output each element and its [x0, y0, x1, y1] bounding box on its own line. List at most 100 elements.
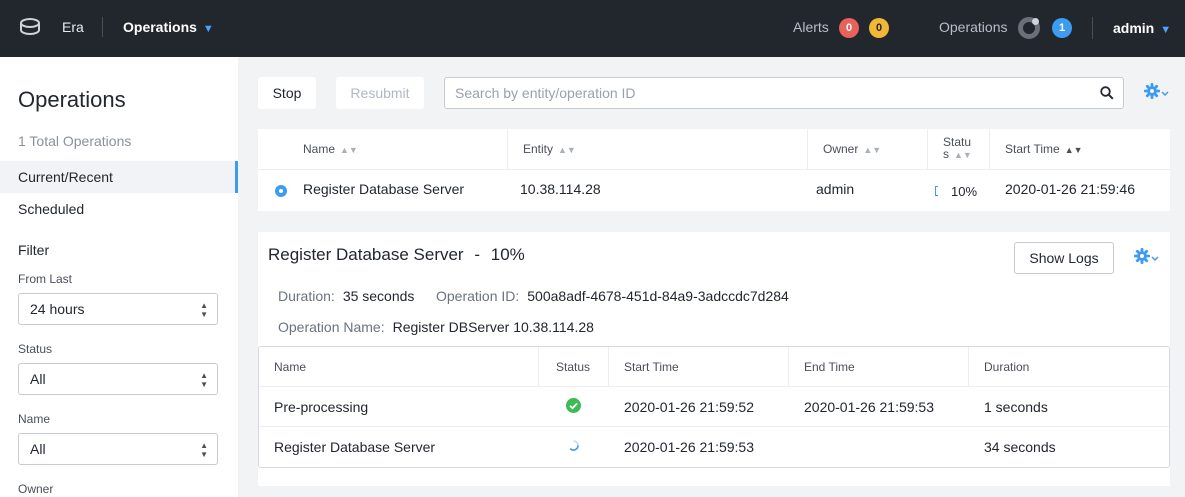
- table-settings-gear-icon[interactable]: [1143, 83, 1169, 101]
- steps-header-name: Name: [274, 360, 307, 374]
- row-separator: [259, 386, 1169, 387]
- total-operations-count: 1 Total Operations: [18, 133, 132, 149]
- warning-alerts-badge[interactable]: 0: [869, 18, 889, 38]
- detail-operation-name: Register Database Server: [268, 245, 464, 264]
- sort-icon: ▲▼: [558, 145, 576, 155]
- spinner-icon: [569, 440, 579, 451]
- column-separator: [807, 129, 808, 169]
- from-last-select[interactable]: 24 hours ▲ ▼: [18, 293, 218, 325]
- nav-menu-label: Operations: [123, 19, 197, 35]
- column-header-entity[interactable]: Entity ▲▼: [523, 129, 576, 169]
- operation-id-label: Operation ID:: [436, 288, 520, 304]
- column-separator: [968, 347, 969, 387]
- operation-id-value: 500a8adf-4678-451d-84a9-3adccdc7d284: [527, 288, 789, 304]
- detail-settings-gear-icon[interactable]: [1133, 248, 1159, 266]
- column-separator: [989, 129, 990, 169]
- steps-header-duration: Duration: [984, 360, 1030, 374]
- chevron-down-icon: ▼: [202, 23, 214, 35]
- from-last-label: From Last: [18, 272, 73, 286]
- operation-name-field: Operation Name: Register DBServer 10.38.1…: [278, 319, 594, 335]
- era-logo-icon[interactable]: [18, 15, 42, 39]
- column-separator: [507, 129, 508, 169]
- select-arrows-icon: ▲ ▼: [200, 371, 208, 389]
- critical-alerts-badge[interactable]: 0: [839, 18, 859, 38]
- column-header-owner[interactable]: Owner ▲▼: [823, 129, 881, 169]
- status-progress-bar: [935, 186, 938, 196]
- status-filter-label: Status: [18, 342, 53, 356]
- operations-count-badge[interactable]: 1: [1052, 18, 1072, 38]
- chevron-down-icon: ▼: [1160, 24, 1172, 36]
- operation-owner: admin: [816, 181, 855, 197]
- step-duration: 34 seconds: [984, 439, 1056, 455]
- operation-name-label: Operation Name:: [278, 319, 385, 335]
- operations-progress-icon[interactable]: [1018, 17, 1040, 39]
- resubmit-button[interactable]: Resubmit: [336, 77, 424, 109]
- page-title: Operations: [18, 87, 126, 112]
- title-separator: -: [474, 245, 480, 264]
- steps-header-status: Status: [556, 360, 591, 374]
- select-value: All: [30, 441, 46, 457]
- detail-percent: 10%: [490, 245, 525, 264]
- name-filter-select[interactable]: All ▲ ▼: [18, 433, 218, 465]
- status-filter-select[interactable]: All ▲ ▼: [18, 363, 218, 395]
- sidebar-item-scheduled[interactable]: Scheduled: [0, 193, 238, 225]
- select-arrows-icon: ▲ ▼: [200, 441, 208, 459]
- select-arrows-icon: ▲ ▼: [200, 301, 208, 319]
- user-name: admin: [1113, 20, 1155, 36]
- operation-entity: 10.38.114.28: [520, 181, 601, 197]
- duration-field: Duration: 35 seconds: [278, 288, 414, 304]
- sidebar-item-label: Current/Recent: [18, 169, 113, 185]
- divider: [1092, 17, 1093, 39]
- row-separator: [258, 169, 1170, 170]
- row-select-radio[interactable]: [275, 185, 287, 197]
- top-navigation-bar: Era Operations ▼ Alerts 0 0 Operations 1 …: [0, 0, 1185, 57]
- duration-value: 35 seconds: [342, 288, 415, 304]
- operation-detail-panel: Register Database Server - 10% Show Logs…: [258, 232, 1170, 486]
- select-value: 24 hours: [30, 301, 85, 317]
- column-header-name[interactable]: Name ▲▼: [303, 129, 358, 169]
- step-name: Register Database Server: [274, 439, 436, 455]
- success-icon: [566, 398, 581, 413]
- step-start-time: 2020-01-26 21:59:53: [624, 439, 754, 455]
- column-separator: [538, 347, 539, 387]
- sidebar-item-current-recent[interactable]: Current/Recent: [0, 161, 238, 193]
- stop-button[interactable]: Stop: [258, 77, 316, 109]
- sidebar-item-label: Scheduled: [18, 201, 85, 217]
- search-icon[interactable]: [1100, 86, 1114, 100]
- app-name: Era: [62, 19, 84, 35]
- detail-title: Register Database Server - 10%: [268, 245, 525, 265]
- operation-id-field: Operation ID: 500a8adf-4678-451d-84a9-3ad…: [436, 288, 789, 304]
- steps-header-end-time: End Time: [804, 360, 855, 374]
- steps-header-start-time: Start Time: [624, 360, 679, 374]
- search-box: [444, 77, 1124, 109]
- operation-name: Register Database Server: [303, 181, 465, 197]
- operation-start-time: 2020-01-26 21:59:46: [1005, 181, 1135, 197]
- step-name: Pre-processing: [274, 399, 369, 415]
- owner-filter-label: Owner: [18, 482, 54, 496]
- search-input[interactable]: [445, 78, 1085, 108]
- operation-status-percent: 10%: [951, 184, 978, 199]
- steps-table: Name Status Start Time End Time Duration…: [258, 346, 1170, 468]
- step-end-time: 2020-01-26 21:59:53: [804, 399, 934, 415]
- operations-nav-menu[interactable]: Operations ▼: [123, 19, 214, 35]
- operation-name-value: Register DBServer 10.38.114.28: [392, 319, 594, 335]
- column-separator: [608, 347, 609, 387]
- alerts-label[interactable]: Alerts: [793, 19, 829, 35]
- column-separator: [927, 129, 928, 169]
- sort-icon: ▲▼: [863, 145, 882, 155]
- filter-heading: Filter: [18, 242, 50, 258]
- column-separator: [788, 347, 789, 387]
- column-header-status[interactable]: Statu s ▲▼: [943, 129, 972, 169]
- user-menu[interactable]: admin ▼: [1113, 20, 1171, 36]
- row-separator: [259, 426, 1169, 427]
- operations-table: Name ▲▼ Entity ▲▼ Owner ▲▼ Statu s ▲▼ Start T…: [258, 129, 1170, 211]
- show-logs-button[interactable]: Show Logs: [1014, 242, 1114, 274]
- sort-icon: ▲▼: [340, 145, 358, 155]
- operations-label[interactable]: Operations: [939, 19, 1007, 35]
- select-value: All: [30, 371, 46, 387]
- sidebar: Operations 1 Total Operations Current/Re…: [0, 57, 238, 497]
- column-header-start-time[interactable]: Start Time ▲▼: [1005, 129, 1083, 169]
- sort-descending-icon: ▲▼: [1064, 145, 1083, 155]
- duration-label: Duration:: [278, 288, 335, 304]
- sort-icon: ▲▼: [954, 150, 972, 160]
